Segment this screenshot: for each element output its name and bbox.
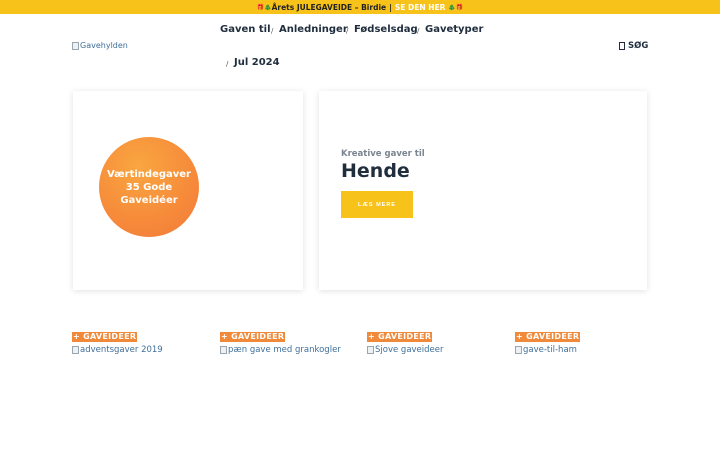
category-badge[interactable]: + GAVEIDEER	[220, 332, 286, 342]
search-label: SØG	[628, 41, 649, 51]
search-button[interactable]: SØG	[619, 41, 648, 51]
nav-item-fodselsdag[interactable]: Fødselsdag	[354, 24, 418, 35]
tree-emoji-icon: 🎄🎁	[448, 3, 464, 11]
broken-image-icon	[220, 346, 227, 354]
site-logo[interactable]: Gavehylden	[72, 41, 128, 50]
nav-item-gaven-til[interactable]: Gaven til	[220, 24, 271, 35]
read-more-button[interactable]: LÆS MERE	[341, 191, 413, 218]
gift-emoji-icon: 🎁🎄	[256, 3, 272, 11]
category-badge[interactable]: + GAVEIDEER	[515, 332, 581, 342]
logo-alt-text: Gavehylden	[80, 41, 128, 50]
promo-bar[interactable]: 🎁🎄 Årets JULEGAVEIDE – Birdie | SE DEN H…	[0, 0, 720, 14]
featured-card-left[interactable]: Værtindegaver 35 Gode Gaveidéer	[73, 91, 303, 290]
featured-card-right: Kreative gaver til Hende LÆS MERE	[319, 91, 647, 290]
badge-line: Værtindegaver	[106, 168, 191, 180]
post-card: + GAVEIDEER adventsgaver 2019	[72, 324, 212, 355]
thumbnail-alt-text: pæn gave med grankogler	[228, 345, 341, 355]
nav-separator: /	[271, 27, 274, 35]
broken-image-icon	[515, 346, 522, 354]
post-card: + GAVEIDEER pæn gave med grankogler	[220, 324, 360, 355]
category-badge[interactable]: + GAVEIDEER	[367, 332, 433, 342]
post-thumbnail[interactable]: adventsgaver 2019	[72, 345, 212, 355]
broken-image-icon	[367, 346, 374, 354]
post-thumbnail[interactable]: pæn gave med grankogler	[220, 345, 360, 355]
nav-separator: /	[346, 27, 349, 35]
nav-item-gavetyper[interactable]: Gavetyper	[425, 24, 483, 35]
promo-text: Årets JULEGAVEIDE – Birdie	[271, 2, 387, 12]
badge-line: 35 Gode	[125, 181, 173, 193]
category-badge[interactable]: + GAVEIDEER	[72, 332, 138, 342]
badge-line: Gaveidéer	[120, 194, 178, 206]
thumbnail-alt-text: gave-til-ham	[523, 345, 577, 355]
feature-kicker: Kreative gaver til	[341, 149, 425, 159]
broken-image-icon	[72, 346, 79, 354]
promo-cta-link[interactable]: SE DEN HER	[395, 3, 446, 12]
nav-item-anledninger[interactable]: Anledninger	[279, 24, 348, 35]
featured-circle-badge[interactable]: Værtindegaver 35 Gode Gaveidéer	[99, 137, 199, 237]
post-card: + GAVEIDEER Sjove gaveideer	[367, 324, 507, 355]
post-thumbnail[interactable]: gave-til-ham	[515, 345, 655, 355]
nav-separator: /	[226, 60, 229, 68]
post-thumbnail[interactable]: Sjove gaveideer	[367, 345, 507, 355]
nav-item-jul-2024[interactable]: Jul 2024	[234, 57, 280, 68]
thumbnail-alt-text: Sjove gaveideer	[375, 345, 444, 355]
broken-image-icon	[72, 41, 79, 50]
thumbnail-alt-text: adventsgaver 2019	[80, 345, 163, 355]
post-card: + GAVEIDEER gave-til-ham	[515, 324, 655, 355]
feature-title[interactable]: Hende	[341, 160, 410, 182]
nav-separator: /	[417, 27, 420, 35]
promo-separator: |	[389, 2, 392, 12]
search-icon	[619, 42, 625, 50]
